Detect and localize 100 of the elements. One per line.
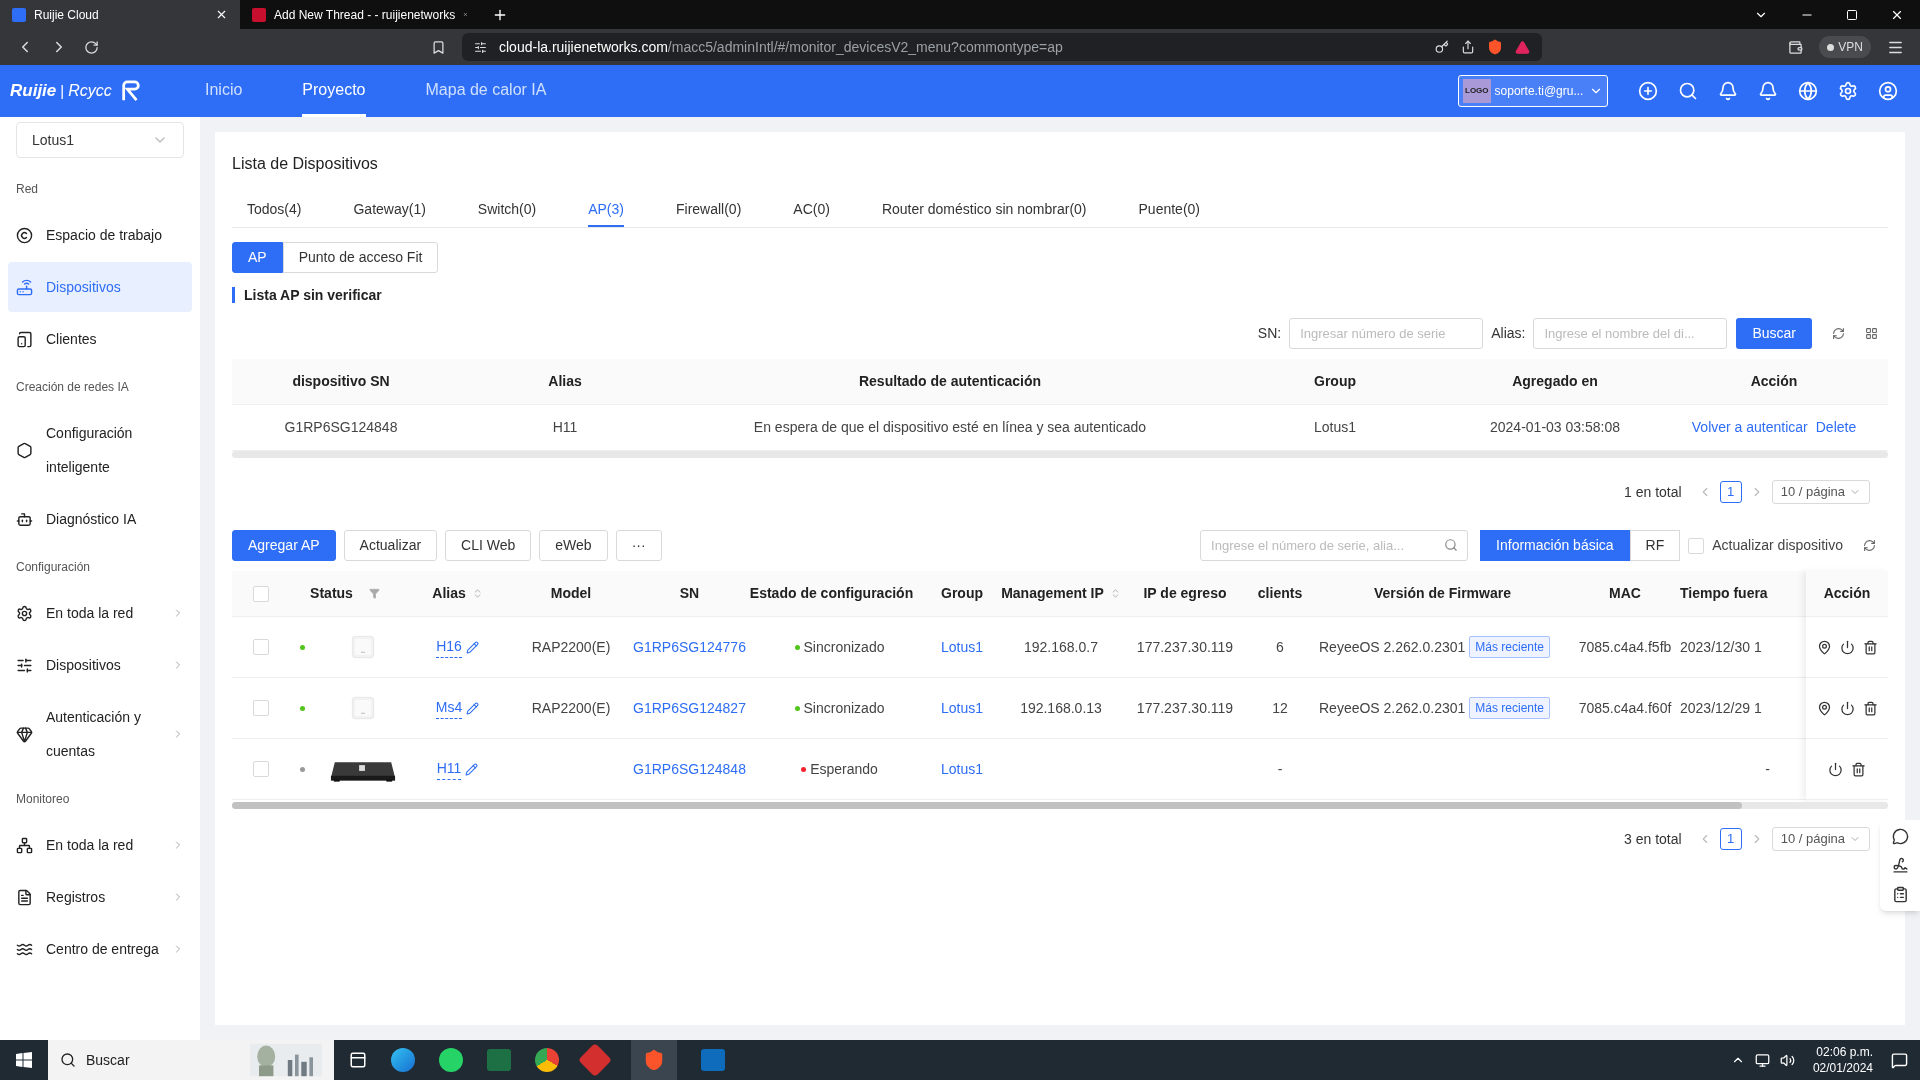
group-link[interactable]: Lotus1 — [940, 758, 983, 780]
bell-icon[interactable] — [1758, 81, 1778, 101]
checkbox[interactable] — [253, 639, 269, 655]
volume-icon[interactable] — [1779, 1052, 1795, 1068]
search-button[interactable]: Buscar — [1736, 318, 1812, 349]
sidebar-item[interactable]: En toda la red — [8, 588, 192, 638]
view-tab[interactable]: RF — [1629, 530, 1681, 561]
delete-icon[interactable] — [1862, 700, 1878, 716]
checkbox[interactable] — [253, 700, 269, 716]
sn-field[interactable]: Ingresar número de serie — [1289, 318, 1484, 349]
reload-icon[interactable] — [84, 39, 99, 55]
segment-tab[interactable]: AP — [232, 242, 283, 273]
new-tab-icon[interactable] — [492, 7, 508, 23]
vpn-button[interactable]: VPN — [1819, 36, 1871, 58]
edit-icon[interactable] — [465, 640, 479, 654]
power-icon[interactable] — [1828, 761, 1843, 777]
page-size-select[interactable]: 10 / página — [1771, 827, 1870, 851]
close-icon[interactable] — [215, 8, 228, 21]
bell-icon[interactable] — [1718, 81, 1738, 101]
toolbar-button[interactable]: Actualizar — [343, 530, 438, 561]
tab[interactable]: AC(0) — [793, 193, 830, 227]
restore-icon[interactable] — [1846, 8, 1858, 21]
tab[interactable]: AP(3) — [588, 193, 624, 227]
segment-tab[interactable]: Punto de acceso Fit — [282, 242, 439, 273]
tab[interactable]: Router doméstico sin nombrar(0) — [881, 193, 1087, 227]
alias-link[interactable]: H11 — [436, 758, 462, 780]
sidebar-item[interactable]: Dispositivos — [8, 640, 192, 690]
bookmark-icon[interactable] — [431, 39, 446, 55]
page-size-select[interactable]: 10 / página — [1771, 480, 1870, 504]
sidebar-item[interactable]: Diagnóstico IA — [8, 494, 192, 544]
alias-link[interactable]: H16 — [436, 636, 462, 658]
nav-tab[interactable]: Proyecto — [302, 65, 366, 117]
sn-link[interactable]: G1RP6SG124848 — [633, 758, 746, 780]
delete-icon[interactable] — [1862, 639, 1878, 655]
address-bar[interactable]: cloud-la.ruijienetworks.com/macc5/adminIntl/#/monitor_devicesV2_menu?commontype=ap — [462, 33, 1542, 61]
refresh-icon[interactable] — [1863, 539, 1876, 552]
project-select[interactable]: Lotus1 — [16, 122, 184, 158]
tab[interactable]: Switch(0) — [477, 193, 537, 227]
edit-icon[interactable] — [466, 701, 480, 715]
triangle-icon[interactable] — [1515, 39, 1530, 55]
edge-icon[interactable] — [391, 1048, 415, 1072]
clipboard-icon[interactable] — [1891, 886, 1909, 903]
whatsapp-icon[interactable] — [439, 1048, 463, 1072]
page-number[interactable]: 1 — [1719, 828, 1742, 850]
edit-icon[interactable] — [465, 762, 479, 776]
settings-icon[interactable] — [1838, 81, 1858, 101]
nav-tab[interactable]: Mapa de calor IA — [425, 65, 547, 117]
power-icon[interactable] — [1839, 700, 1855, 716]
sn-link[interactable]: G1RP6SG124827 — [633, 697, 746, 719]
refresh-icon[interactable] — [1832, 327, 1845, 340]
wallet-icon[interactable] — [1788, 39, 1804, 55]
add-icon[interactable] — [1638, 81, 1658, 101]
sidebar-item[interactable]: Clientes — [8, 314, 192, 364]
power-icon[interactable] — [1839, 639, 1855, 655]
sidebar-item[interactable]: Centro de entrega — [8, 924, 192, 974]
grid-icon[interactable] — [1865, 327, 1878, 340]
delete-icon[interactable] — [1851, 761, 1866, 777]
view-tab[interactable]: Información básica — [1480, 530, 1630, 561]
globe-icon[interactable] — [1798, 81, 1818, 101]
page-number[interactable]: 1 — [1719, 481, 1742, 503]
windows-icon[interactable] — [16, 1052, 32, 1068]
search-field[interactable]: Ingrese el número de serie, alia... — [1200, 530, 1469, 561]
notification-icon[interactable] — [1891, 1051, 1908, 1069]
sidebar-item[interactable]: En toda la red — [8, 820, 192, 870]
signature-icon[interactable] — [1891, 857, 1909, 874]
toolbar-button[interactable]: ··· — [615, 530, 662, 561]
network-icon[interactable] — [1754, 1052, 1770, 1068]
user-icon[interactable] — [1878, 81, 1898, 101]
search-icon[interactable] — [60, 1052, 76, 1068]
group-link[interactable]: Lotus1 — [940, 697, 983, 719]
checkbox[interactable] — [253, 585, 269, 602]
location-icon[interactable] — [1816, 639, 1832, 655]
task-view-icon[interactable] — [349, 1051, 367, 1069]
chat-icon[interactable] — [1891, 828, 1909, 845]
sidebar-item[interactable]: Configuración inteligente — [8, 408, 192, 492]
tab[interactable]: Puente(0) — [1138, 193, 1200, 227]
tab[interactable]: Todos(4) — [247, 193, 302, 227]
toolbar-button[interactable]: eWeb — [539, 530, 608, 561]
toolbar-button[interactable]: Agregar AP — [232, 530, 336, 561]
key-icon[interactable] — [1435, 40, 1449, 54]
site-settings-icon[interactable] — [474, 40, 487, 54]
scrollbar[interactable] — [232, 802, 1888, 809]
sidebar-item[interactable]: Dispositivos — [8, 262, 192, 312]
share-icon[interactable] — [1461, 40, 1475, 54]
alias-link[interactable]: Ms4 — [435, 697, 463, 719]
tab[interactable]: Firewall(0) — [676, 193, 742, 227]
taskbar-search-field[interactable]: Buscar — [48, 1040, 334, 1080]
checkbox[interactable] — [1688, 537, 1705, 554]
action-link[interactable]: Delete — [1815, 417, 1857, 438]
browser-tab[interactable]: Ruijie Cloud — [0, 0, 240, 29]
sn-link[interactable]: G1RP6SG124776 — [633, 636, 746, 658]
sidebar-item[interactable]: Registros — [8, 872, 192, 922]
group-link[interactable]: Lotus1 — [940, 636, 983, 658]
checkbox[interactable] — [253, 761, 269, 777]
sidebar-item[interactable]: Espacio de trabajo — [8, 210, 192, 260]
tab[interactable]: Gateway(1) — [353, 193, 426, 227]
lion-shield-icon[interactable] — [643, 1049, 665, 1071]
alias-field[interactable]: Ingrese el nombre del di... — [1533, 318, 1728, 349]
toolbar-button[interactable]: CLI Web — [445, 530, 532, 561]
location-icon[interactable] — [1816, 700, 1832, 716]
